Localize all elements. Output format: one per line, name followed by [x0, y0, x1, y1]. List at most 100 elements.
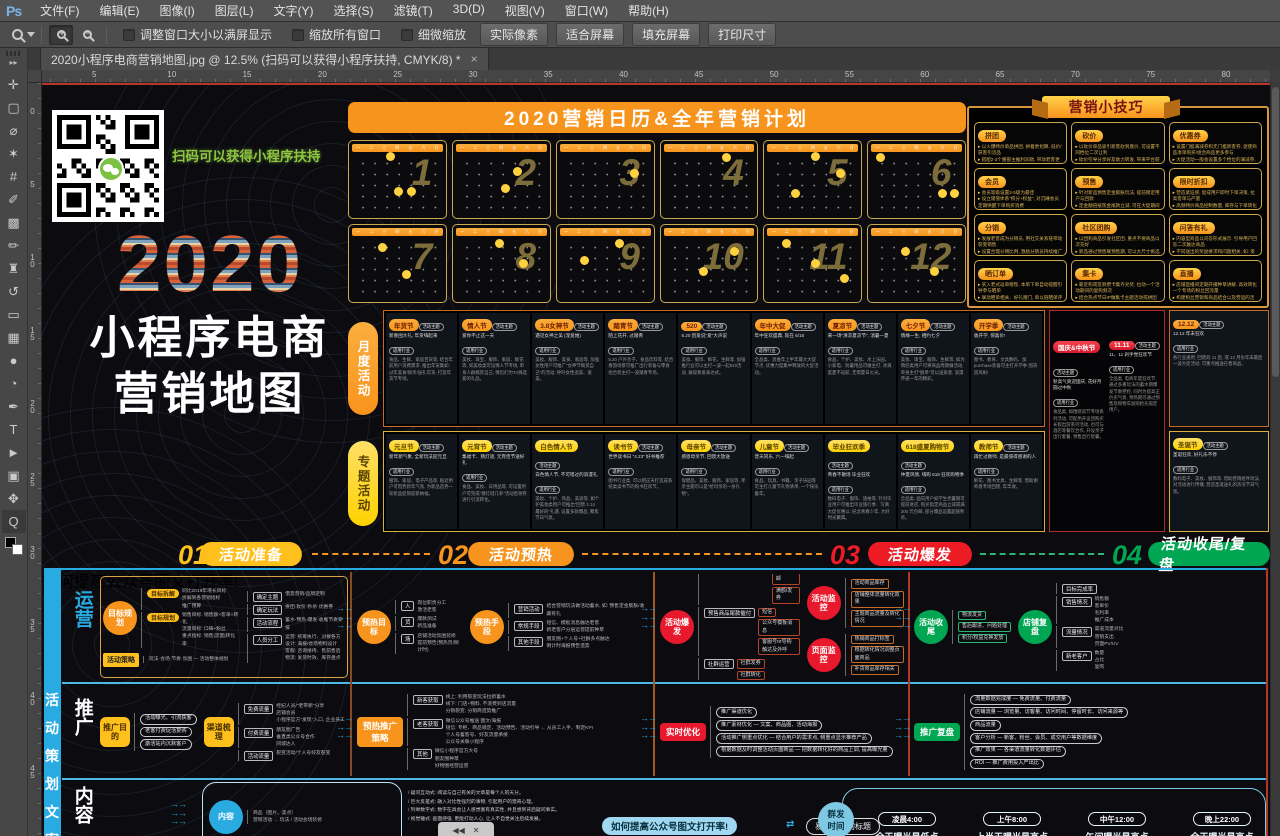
shape-tool[interactable]: ▣ — [2, 464, 26, 487]
industry-tag: 适用行业 — [828, 347, 853, 355]
document-canvas[interactable]: 扫码可以获得小程序扶持 2020 小程序电商 营销地图 2020营销日历&全年营… — [42, 83, 1270, 836]
activity-industry: 美妆、服饰、美食、家居等, 加强女性用户可推广"女神节犒赏自己"的活动, 呼吁女… — [535, 357, 600, 382]
weekday-label: 二 — [681, 146, 685, 150]
calendar-month-number: 7 — [412, 236, 433, 278]
scrollbar-thumb[interactable] — [1272, 87, 1279, 377]
ruler-corner — [28, 70, 42, 83]
rewind-icon[interactable]: ◀◀ — [452, 826, 464, 835]
fit-screen-button[interactable]: 适合屏幕 — [556, 23, 624, 46]
tab-close-icon[interactable]: × — [471, 52, 478, 66]
phase-number: 02 — [438, 540, 468, 571]
path-select-tool[interactable]: ► — [2, 441, 26, 464]
document-tab[interactable]: 2020小程序电商营销地图.jpg @ 12.5% (扫码可以获得小程序扶持, … — [40, 48, 489, 70]
menu-编辑[interactable]: 编辑(E) — [89, 2, 149, 19]
eyedropper-tool[interactable]: ✐ — [2, 188, 26, 211]
minimized-overlay-chip[interactable]: ◀◀ ✕ — [438, 822, 494, 836]
weekday-label: 三 — [590, 230, 594, 234]
activity-theme: 世界读书日 "4.23" 好书推荐 — [608, 454, 673, 460]
branch-label: 活动流量 — [244, 751, 274, 761]
cell-column: 活动收尾物流发货售后跟进、问题处理积分/权益兑换发放 — [914, 607, 1011, 648]
activity-title: 618盛夏购物节 — [901, 440, 954, 452]
ruler-number: 30 — [469, 70, 478, 79]
menu-滤镜[interactable]: 滤镜(T) — [383, 2, 442, 19]
fill-screen-button[interactable]: 填充屏幕 — [632, 23, 700, 46]
calendar-month-number: 10 — [703, 236, 744, 278]
healing-brush-tool[interactable]: ▩ — [2, 211, 26, 234]
branch-label: 确定玩法 — [253, 605, 283, 615]
branch-line: 线下: 门店+物料, 不浪费到店流量 — [446, 701, 517, 708]
crop-tool[interactable]: # — [2, 165, 26, 188]
activity-card: 年货节活动主题新春囤大礼, 年货嗨起来适用行业食品、生鲜、家居百货等, 结合年前… — [386, 313, 457, 424]
weekday-label: 三 — [486, 230, 490, 234]
dodge-tool[interactable]: ◔ — [2, 372, 26, 395]
vertical-scrollbar[interactable] — [1270, 83, 1280, 836]
ruler-number: 35 — [544, 70, 553, 79]
zoom-tool-icon[interactable] — [12, 29, 35, 40]
pen-tool[interactable]: ✒ — [2, 395, 26, 418]
zoom-all-windows-checkbox[interactable]: 缩放所有窗口 — [292, 26, 381, 43]
menu-3D[interactable]: 3D(D) — [443, 2, 495, 19]
branch-line: 数量 — [1095, 650, 1105, 657]
resize-window-checkbox[interactable]: 调整窗口大小以满屏显示 — [123, 26, 272, 43]
weekday-label: 四 — [603, 146, 607, 150]
menu-图层[interactable]: 图层(L) — [205, 2, 264, 19]
branch-lines: 社群发券社群转化 — [737, 658, 765, 680]
branch-label: 免费流量 — [244, 704, 274, 714]
menu-窗口[interactable]: 窗口(W) — [555, 2, 618, 19]
activity-card: 毕业狂欢季活动主题青春不散场 毕业狂欢适用行业数码电子、服饰、旅拍等, 针对毕业… — [825, 434, 896, 529]
close-icon[interactable]: ✕ — [473, 826, 480, 835]
tool-preset-caret[interactable] — [27, 32, 35, 37]
color-swatches[interactable] — [5, 537, 23, 555]
branch-line: 营销支出 — [1095, 634, 1124, 641]
menu-文件[interactable]: 文件(F) — [30, 2, 89, 19]
mindmap-branch: 流量数据完成度 — 免费流量、付费流量店铺流量 — 浏览量、访客量、访问时间、停… — [964, 694, 1128, 771]
mindmap-branch: 确定玩法拼团·砍价·秒杀·优惠券 — [247, 604, 345, 615]
theme-tag: 活动主题 — [419, 323, 444, 331]
hand-tool[interactable]: ✥ — [2, 487, 26, 510]
menu-帮助[interactable]: 帮助(H) — [618, 2, 679, 19]
brush-tool[interactable]: ✏ — [2, 234, 26, 257]
eraser-tool[interactable]: ▭ — [2, 303, 26, 326]
lasso-tool[interactable]: ⌀ — [2, 119, 26, 142]
history-brush-tool[interactable]: ↺ — [2, 280, 26, 303]
calendar-month-number: 8 — [516, 236, 537, 278]
cell-column: 预热手段营销活动结合营销玩法做活动蓄水, 如: 预售定金膨胀/收藏有礼常规手段短… — [470, 600, 647, 653]
menu-视图[interactable]: 视图(V) — [495, 2, 555, 19]
print-size-button[interactable]: 打印尺寸 — [708, 23, 776, 46]
background-color-swatch[interactable] — [12, 544, 23, 555]
zoom-in-button[interactable]: + — [49, 25, 73, 45]
mindmap-cluster: 内容商品（图片、卖点）营销活动 → 玩法 / 活动会场装修 — [209, 800, 322, 834]
activity-card: 年中大促活动主题年中狂欢盛典, 就在 6/18适用行业全品类、思维年上半年最大大… — [752, 313, 823, 424]
branch-line: 提前预告(预热页/倒计时) — [417, 640, 463, 654]
mindmap-branches: 目标拆解同比2019年增长目标拆解到各营销指标推广预算目标规划销售目标: 销售额… — [141, 587, 240, 649]
blur-tool[interactable]: ● — [2, 349, 26, 372]
gradient-tool[interactable]: ▦ — [2, 326, 26, 349]
tip-line: ▸ 新品通过预售联预售期, 可以大尺寸挑选上架单预售玩法 — [1075, 249, 1160, 256]
weekday-label: 日 — [746, 146, 750, 150]
collapse-chevron-icon[interactable]: ▸▸ — [9, 58, 17, 67]
menu-选择[interactable]: 选择(S) — [323, 2, 383, 19]
weekday-label: 四 — [603, 230, 607, 234]
panel-grip[interactable] — [6, 51, 22, 56]
type-tool[interactable]: T — [2, 418, 26, 441]
branch-line: 销售目标: 销售额×客单×转化 — [182, 612, 240, 626]
branch-line: 社群发券 — [737, 659, 765, 669]
tip-card: 晒订单▸ 买入老式返单赠现, 本单下单自动提醒引导参与晒单▸ 联动晒单相关、好礼… — [974, 260, 1067, 302]
holiday-title: 国庆&中秋节 — [1053, 341, 1100, 353]
marquee-tool[interactable]: ▢ — [2, 96, 26, 119]
magic-wand-tool[interactable]: ✶ — [2, 142, 26, 165]
timeline-desc: 午间曝光最高点 — [1062, 830, 1172, 836]
menu-文字[interactable]: 文字(Y) — [263, 2, 323, 19]
scrubby-zoom-checkbox[interactable]: 细微缩放 — [401, 26, 466, 43]
zoom-out-button[interactable]: − — [75, 25, 99, 45]
clone-stamp-tool[interactable]: ♜ — [2, 257, 26, 280]
zoom-tool[interactable]: Q — [2, 510, 26, 533]
menu-图像[interactable]: 图像(I) — [149, 2, 204, 19]
mindmap-node: 推广复盘 — [914, 723, 960, 741]
move-tool[interactable]: ✛ — [2, 73, 26, 96]
ruler-number: 75 — [1146, 70, 1155, 79]
weekday-label: 六 — [940, 230, 944, 234]
theme-tag: 活动主题 — [828, 462, 853, 470]
calendar-month-6: 一二三四五六日6 — [867, 140, 966, 219]
actual-pixels-button[interactable]: 实际像素 — [480, 23, 548, 46]
